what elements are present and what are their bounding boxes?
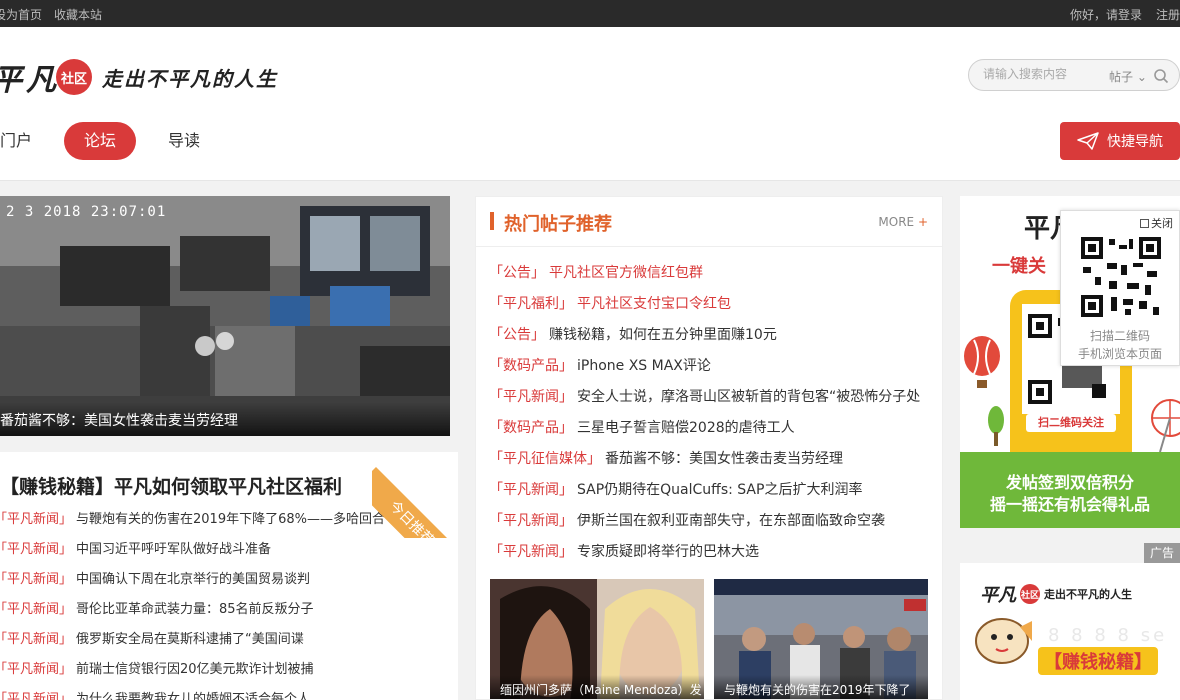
list-item[interactable]: 「数码产品」 iPhone XS MAX评论 bbox=[489, 356, 920, 387]
list-item[interactable]: 「平凡新闻」 专家质疑即将举行的巴林大选 bbox=[489, 542, 920, 573]
list-item[interactable]: 「公告」 赚钱秘籍，如何在五分钟里面赚10元 bbox=[489, 325, 920, 356]
quick-nav-label: 快捷导航 bbox=[1107, 134, 1163, 150]
hot-posts-title: 热门帖子推荐 bbox=[504, 214, 612, 235]
list-item[interactable]: 「平凡新闻」 哥伦比亚革命武装力量：85名前反叛分子 bbox=[0, 599, 385, 629]
site-logo[interactable]: 平凡 社区 走出不平凡的人生 bbox=[0, 57, 278, 98]
logo-badge: 社区 bbox=[56, 59, 92, 95]
list-item[interactable]: 「平凡新闻」 安全人士说，摩洛哥山区被斩首的背包客“被恐怖分子处 bbox=[489, 387, 920, 418]
set-home-link[interactable]: 设为首页 bbox=[0, 6, 42, 23]
main-nav: 门户 论坛 导读 bbox=[0, 122, 216, 160]
list-item[interactable]: 「数码产品」 三星电子誓言赔偿2028的虐待工人 bbox=[489, 418, 920, 449]
ad-label: 广告 bbox=[1144, 543, 1180, 563]
hot-posts-panel: 热门帖子推荐 MORE + 「公告」 平凡社区官方微信红包群 「平凡福利」 平凡社区… bbox=[475, 196, 943, 700]
thumbnail-card[interactable]: 与鞭炮有关的伤害在2019年下降了 bbox=[714, 579, 928, 699]
bookmark-link[interactable]: 收藏本站 bbox=[54, 6, 102, 23]
thumbnail-caption: 与鞭炮有关的伤害在2019年下降了 bbox=[714, 675, 928, 699]
list-item[interactable]: 「平凡新闻」 前瑞士信贷银行因20亿美元欺诈计划被捕 bbox=[0, 659, 385, 689]
quick-nav-button[interactable]: 快捷导航 bbox=[1060, 122, 1180, 160]
list-item[interactable]: 「平凡征信媒体」 番茄酱不够：美国女性袭击麦当劳经理 bbox=[489, 449, 920, 480]
more-link[interactable]: MORE + bbox=[878, 215, 928, 229]
ferris-wheel-icon bbox=[1151, 399, 1180, 452]
list-item[interactable]: 「平凡新闻」 伊斯兰国在叙利亚南部失守，在东部面临致命空袭 bbox=[489, 511, 920, 542]
mascot-icon bbox=[975, 618, 1032, 664]
list-item[interactable]: 「平凡新闻」 中国习近平呼吁军队做好战斗准备 bbox=[0, 539, 385, 569]
logo-slogan: 走出不平凡的人生 bbox=[102, 66, 278, 91]
nav-item-guide[interactable]: 导读 bbox=[152, 122, 216, 160]
qr-popup: 关闭 扫描二维码 手机浏览本页面 bbox=[1060, 210, 1180, 366]
register-link[interactable]: 注册 bbox=[1156, 6, 1180, 23]
close-icon bbox=[1140, 218, 1149, 228]
ribbon-label: 今日推荐 bbox=[372, 467, 467, 538]
site-header: 平凡 社区 走出不平凡的人生 帖子 ⌄ 门户 论坛 导读 快捷导航 bbox=[0, 27, 1180, 181]
scan-label: 扫二维码关注 bbox=[1026, 414, 1116, 432]
featured-image[interactable]: 2 3 2018 23:07:01 番茄酱不够：美国女性袭击麦当劳经理 bbox=[0, 196, 450, 436]
hot-posts-header: 热门帖子推荐 MORE + bbox=[476, 197, 942, 247]
featured-photo bbox=[0, 196, 450, 436]
search-box: 帖子 ⌄ bbox=[968, 59, 1180, 91]
close-button[interactable]: 关闭 bbox=[1140, 215, 1173, 231]
ad-promo-text: 发帖签到双倍积分 摇一摇还有机会得礼品 bbox=[989, 473, 1150, 514]
nav-item-forum[interactable]: 论坛 bbox=[64, 122, 137, 160]
recommend-title[interactable]: 【赚钱秘籍】平凡如何领取平凡社区福利 bbox=[0, 472, 342, 499]
list-item[interactable]: 「平凡福利」 平凡社区支付宝口令红包 bbox=[489, 294, 920, 325]
search-scope-select[interactable]: 帖子 ⌄ bbox=[1109, 68, 1147, 85]
thumbnail-row: 缅因州门多萨（Maine Mendoza）发 与鞭炮有关的伤害在2019年下降了 bbox=[490, 579, 928, 699]
top-bar: 设为首页 收藏本站 你好，请登录 注册 bbox=[0, 0, 1180, 27]
today-recommend-ribbon: 今日推荐 bbox=[372, 443, 467, 538]
title-accent-bar bbox=[490, 212, 494, 230]
ad-subtitle: 一键关 bbox=[992, 256, 1046, 277]
featured-caption[interactable]: 番茄酱不够：美国女性袭击麦当劳经理 bbox=[0, 402, 450, 436]
hot-posts-list: 「公告」 平凡社区官方微信红包群 「平凡福利」 平凡社区支付宝口令红包 「公告」 赚钱… bbox=[489, 263, 920, 573]
ad-earn-text: 【赚钱秘籍】 bbox=[1038, 647, 1158, 675]
ad-digits: 8 8 8 8 se bbox=[1048, 625, 1168, 646]
qr-code-icon bbox=[1081, 237, 1161, 317]
nav-item-portal[interactable]: 门户 bbox=[0, 122, 48, 160]
list-item[interactable]: 「公告」 平凡社区官方微信红包群 bbox=[489, 263, 920, 294]
paper-plane-icon bbox=[1077, 132, 1099, 150]
tree-icon bbox=[988, 406, 1004, 446]
list-item[interactable]: 「平凡新闻」 与鞭炮有关的伤害在2019年下降了68%——多哈回合 bbox=[0, 509, 385, 539]
thumbnail-caption: 缅因州门多萨（Maine Mendoza）发 bbox=[490, 675, 704, 699]
list-item[interactable]: 「平凡新闻」 中国确认下周在北京举行的美国贸易谈判 bbox=[0, 569, 385, 599]
list-item[interactable]: 「平凡新闻」 俄罗斯安全局在莫斯科逮捕了“美国间谍 bbox=[0, 629, 385, 659]
search-icon[interactable] bbox=[1153, 68, 1169, 84]
qr-hint-2: 手机浏览本页面 bbox=[1077, 347, 1162, 361]
recommend-list: 「平凡新闻」 与鞭炮有关的伤害在2019年下降了68%——多哈回合 「平凡新闻」中… bbox=[0, 509, 385, 700]
ad-logo: 平凡 社区 走出不平凡的人生 bbox=[980, 584, 1132, 606]
balloon-icon bbox=[964, 336, 1000, 388]
thumbnail-card[interactable]: 缅因州门多萨（Maine Mendoza）发 bbox=[490, 579, 704, 699]
list-item[interactable]: 「平凡新闻」 为什么我要教我女儿的婚姻不适合每个人 bbox=[0, 689, 385, 700]
search-input[interactable] bbox=[983, 67, 1093, 81]
login-link[interactable]: 你好，请登录 bbox=[1070, 6, 1142, 23]
logo-text: 平凡 bbox=[0, 63, 60, 98]
earn-money-ad[interactable]: 平凡 社区 走出不平凡的人生 8 8 8 8 se 【赚钱秘籍】 bbox=[960, 563, 1180, 700]
featured-timestamp: 2 3 2018 23:07:01 bbox=[6, 204, 167, 220]
list-item[interactable]: 「平凡新闻」 SAP仍期待在QualCuffs: SAP之后扩大利润率 bbox=[489, 480, 920, 511]
qr-hint-1: 扫描二维码 bbox=[1089, 329, 1150, 343]
